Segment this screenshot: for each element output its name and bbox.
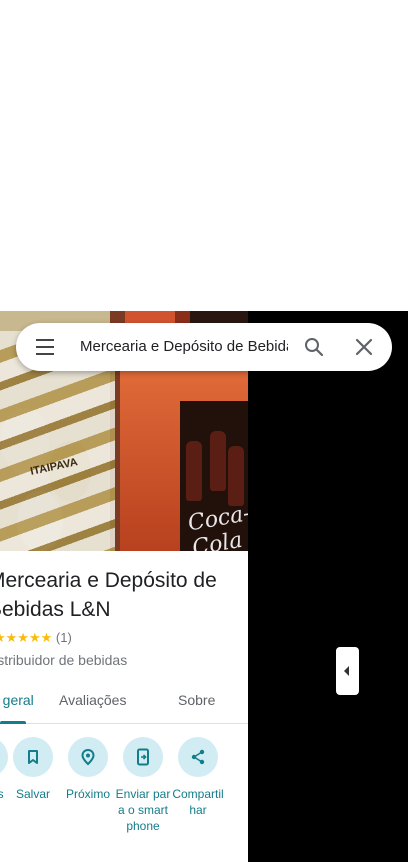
nearby-icon bbox=[68, 737, 108, 777]
share-button[interactable]: Compartilhar bbox=[170, 737, 226, 818]
place-tabs: Visão geral Avaliações Sobre bbox=[0, 683, 248, 724]
save-label: Salvar bbox=[15, 787, 50, 801]
place-panel: ITAIPAVA Coca-Cola Mercearia e Depósito … bbox=[0, 311, 248, 862]
send-to-phone-label: Enviar para o smartphone bbox=[115, 787, 171, 833]
search-bar[interactable]: Mercearia e Depósito de Bebidas L&N bbox=[16, 323, 392, 371]
search-input[interactable]: Mercearia e Depósito de Bebidas L&N bbox=[80, 323, 288, 371]
send-to-phone-button[interactable]: Enviar para o smartphone bbox=[115, 737, 171, 834]
tab-about[interactable]: Sobre bbox=[178, 683, 215, 723]
collapse-panel-button[interactable] bbox=[336, 647, 359, 695]
share-icon bbox=[178, 737, 218, 777]
tab-reviews[interactable]: Avaliações bbox=[59, 683, 126, 723]
action-buttons: Rotas Salvar Próximo Enviar para o smart… bbox=[0, 737, 248, 857]
save-button[interactable]: Salvar bbox=[5, 737, 61, 802]
bottle-image bbox=[186, 441, 202, 501]
star-rating-icon: ★★★★★ bbox=[0, 630, 53, 645]
share-label: Compartilhar bbox=[172, 787, 224, 817]
close-icon[interactable] bbox=[354, 337, 374, 357]
review-count[interactable]: (1) bbox=[56, 630, 72, 645]
tab-overview[interactable]: Visão geral bbox=[0, 683, 34, 723]
send-to-phone-icon bbox=[123, 737, 163, 777]
chevron-left-icon bbox=[344, 666, 349, 676]
rating-row[interactable]: ★★★★★ (1) bbox=[0, 630, 72, 646]
bookmark-icon bbox=[13, 737, 53, 777]
active-tab-indicator bbox=[0, 721, 26, 724]
place-title: Mercearia e Depósito de Bebidas L&N bbox=[0, 569, 217, 621]
menu-icon[interactable] bbox=[36, 339, 54, 355]
search-icon[interactable] bbox=[304, 337, 324, 357]
map-canvas[interactable] bbox=[248, 311, 408, 862]
place-category[interactable]: Distribuidor de bebidas bbox=[0, 652, 127, 668]
nearby-button[interactable]: Próximo bbox=[60, 737, 116, 802]
nearby-label: Próximo bbox=[65, 787, 110, 801]
blank-area bbox=[0, 0, 408, 311]
bottle-image bbox=[210, 431, 226, 491]
bottle-image bbox=[228, 446, 244, 506]
